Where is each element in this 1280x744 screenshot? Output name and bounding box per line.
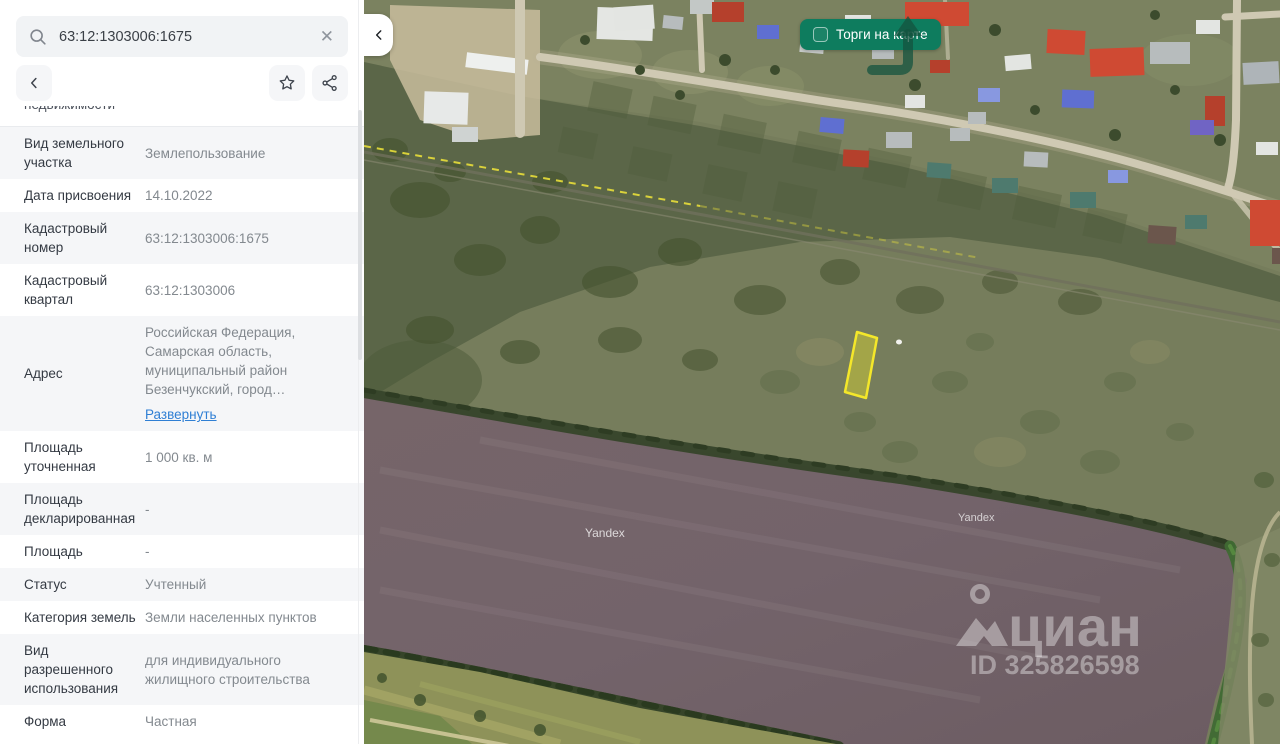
row-label: Дата присвоения <box>24 186 136 205</box>
search-icon <box>28 27 48 47</box>
search-bar[interactable]: ✕ <box>16 16 348 57</box>
table-row: Категория земель Земли населенных пункто… <box>0 601 364 634</box>
row-label: Категория земель <box>24 608 136 627</box>
table-row: Форма Частная <box>0 705 364 738</box>
panel-actions <box>16 65 348 101</box>
cian-watermark: циан ID 325826598 <box>956 587 1142 681</box>
row-value: - <box>136 500 350 519</box>
back-button[interactable] <box>16 65 52 101</box>
satellite-map[interactable]: Yandex Yandex циан ID 325826598 Торги на… <box>364 0 1280 744</box>
row-value: 14.10.2022 <box>136 186 350 205</box>
auctions-on-map-button[interactable]: Торги на карте <box>800 19 941 50</box>
row-label: Вид земельного участка <box>24 134 136 172</box>
row-label: Площадь уточненная <box>24 438 136 476</box>
expand-address-link[interactable]: Развернуть <box>145 405 217 424</box>
table-row: Вид земельного участка Землепользование <box>0 127 364 179</box>
row-label: Вид разрешенного использования <box>24 641 136 698</box>
table-row: Кадастровый квартал 63:12:1303006 <box>0 264 364 316</box>
row-label: Площадь <box>24 542 136 561</box>
table-row: Площадь - <box>0 535 364 568</box>
row-label: Форма <box>24 712 136 731</box>
favorite-button[interactable] <box>269 65 305 101</box>
table-row: Площадь уточненная 1 000 кв. м <box>0 431 364 483</box>
row-value: 1 000 кв. м <box>136 448 350 467</box>
satellite-imagery: Yandex Yandex циан ID 325826598 <box>364 0 1280 744</box>
table-row: Кадастровый номер 63:12:1303006:1675 <box>0 212 364 264</box>
row-label: Площадь декларированная <box>24 490 136 528</box>
row-value: Учтенный <box>136 575 350 594</box>
chevron-left-icon <box>372 28 386 42</box>
search-input[interactable] <box>57 28 309 46</box>
parcel-info-panel: ✕ недвижимости Вид земельного <box>0 0 364 744</box>
address-text: Российская Федерация, Самарская область,… <box>145 325 295 397</box>
svg-text:ID 325826598: ID 325826598 <box>970 650 1140 680</box>
parcel-attributes-table: Вид земельного участка Землепользование … <box>0 127 364 738</box>
scrollbar-thumb[interactable] <box>358 110 362 360</box>
row-value: Российская Федерация, Самарская область,… <box>136 323 350 424</box>
yandex-watermark: Yandex <box>585 526 625 540</box>
table-row-address: Адрес Российская Федерация, Самарская об… <box>0 316 364 431</box>
chevron-left-icon <box>25 74 43 92</box>
svg-text:циан: циан <box>1008 595 1142 658</box>
share-button[interactable] <box>312 65 348 101</box>
table-row: Площадь декларированная - <box>0 483 364 535</box>
table-row: Вид разрешенного использования для индив… <box>0 634 364 705</box>
yandex-watermark: Yandex <box>958 512 995 524</box>
table-row: Дата присвоения 14.10.2022 <box>0 179 364 212</box>
star-icon <box>277 73 297 93</box>
row-value: Землепользование <box>136 144 350 163</box>
row-label: Адрес <box>24 364 136 383</box>
row-value: 63:12:1303006:1675 <box>136 229 350 248</box>
clipped-previous-row: недвижимости <box>0 106 364 127</box>
share-icon <box>320 73 340 93</box>
row-value: для индивидуального жилищного строительс… <box>136 651 350 689</box>
auctions-checkbox[interactable] <box>813 27 828 42</box>
table-row: Статус Учтенный <box>0 568 364 601</box>
row-value: Земли населенных пунктов <box>136 608 350 627</box>
row-value: - <box>136 542 350 561</box>
row-value: Частная <box>136 712 350 731</box>
row-value: 63:12:1303006 <box>136 281 350 300</box>
white-spot <box>896 340 902 345</box>
collapse-sidebar-button[interactable] <box>364 14 393 56</box>
clear-search-icon[interactable]: ✕ <box>318 26 336 47</box>
auctions-button-label: Торги на карте <box>836 27 928 42</box>
row-label: Кадастровый квартал <box>24 271 136 309</box>
row-label: Статус <box>24 575 136 594</box>
row-label: Кадастровый номер <box>24 219 136 257</box>
